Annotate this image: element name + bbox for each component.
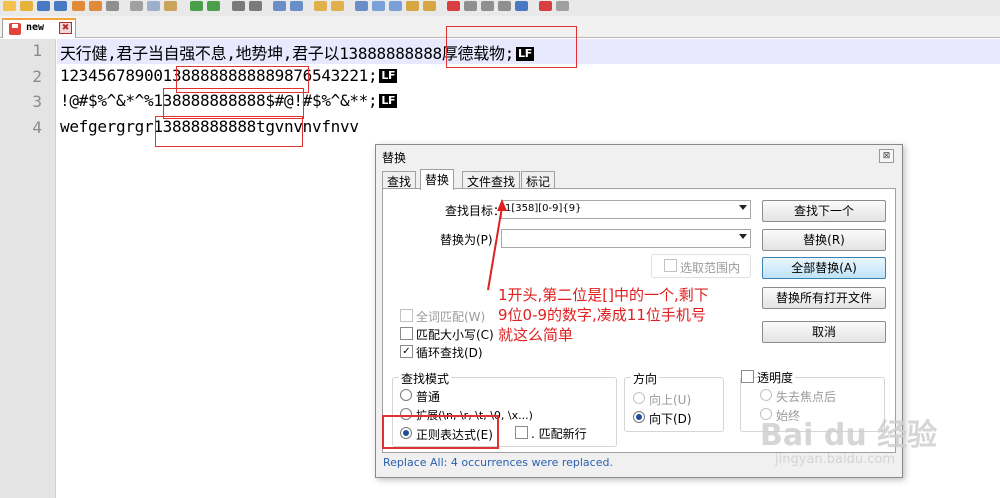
find-input[interactable]: 1[358][0-9]{9}: [501, 200, 751, 219]
direction-down-label: 向下(D): [649, 412, 692, 426]
whole-word-label: 全词匹配(W): [416, 310, 486, 324]
whole-word-checkbox[interactable]: [400, 309, 413, 322]
close-all-icon[interactable]: [89, 1, 102, 11]
direction-down-radio[interactable]: [633, 411, 645, 423]
paste-icon[interactable]: [164, 1, 177, 11]
doc-map-icon[interactable]: [423, 1, 436, 11]
save-icon[interactable]: [37, 1, 50, 11]
close-icon[interactable]: [72, 1, 85, 11]
direction-up-label: 向上(U): [649, 393, 692, 407]
chevron-down-icon[interactable]: [739, 205, 747, 210]
dialog-close-icon[interactable]: ⊠: [879, 149, 894, 163]
tab-replace[interactable]: 替换: [420, 169, 455, 190]
chevron-down-icon[interactable]: [739, 234, 747, 239]
match-case-label: 匹配大小写(C): [416, 328, 494, 342]
direction-title: 方向: [631, 370, 660, 387]
mode-normal-label: 普通: [416, 390, 441, 404]
tab-close-icon[interactable]: ✖: [59, 22, 72, 34]
play-icon[interactable]: [481, 1, 494, 11]
dialog-title: 替换: [382, 151, 407, 165]
annotation-line: 9位0-9的数字,凑成11位手机号: [498, 306, 706, 324]
print-icon[interactable]: [106, 1, 119, 11]
zoom-out-icon[interactable]: [290, 1, 303, 11]
replace-all-button[interactable]: 全部替换(A): [762, 257, 886, 279]
tab-find[interactable]: 查找: [382, 171, 417, 189]
record-icon[interactable]: [447, 1, 460, 11]
tab-find-in-files[interactable]: 文件查找: [462, 171, 521, 189]
cut-icon[interactable]: [130, 1, 143, 11]
tab-new[interactable]: new ✖: [2, 18, 76, 38]
replace-all-open-files-button[interactable]: 替换所有打开文件: [762, 287, 886, 309]
sync-h-icon[interactable]: [331, 1, 344, 11]
regex-highlight-box: [382, 415, 499, 449]
line-number: 3: [32, 92, 42, 111]
eol-marker: LF: [379, 94, 398, 108]
show-all-icon[interactable]: [372, 1, 385, 11]
line-number: 4: [32, 118, 42, 137]
replace-icon[interactable]: [249, 1, 262, 11]
redo-icon[interactable]: [207, 1, 220, 11]
cancel-button[interactable]: 取消: [762, 321, 886, 343]
annotation-line: 1开头,第二位是[]中的一个,剩下: [498, 286, 709, 304]
mode-normal-radio[interactable]: [400, 389, 412, 401]
replace-button[interactable]: 替换(R): [762, 229, 886, 251]
open-file-icon[interactable]: [20, 1, 33, 11]
search-mode-title: 查找模式: [399, 370, 452, 387]
replace-input[interactable]: [501, 229, 751, 248]
line-number: 1: [32, 41, 42, 60]
direction-up-radio[interactable]: [633, 392, 645, 404]
wrap-icon[interactable]: [355, 1, 368, 11]
find-input-value: 1[358][0-9]{9}: [505, 203, 582, 214]
unsaved-file-icon: [9, 23, 21, 35]
transparency-lose-focus-label: 失去焦点后: [776, 390, 837, 404]
dot-newline-checkbox[interactable]: [515, 426, 528, 439]
baidu-watermark-url: jingyan.baidu.com: [775, 452, 895, 467]
match-highlight-box: [163, 88, 304, 119]
save-macro-icon[interactable]: [515, 1, 528, 11]
plugin-icon[interactable]: [556, 1, 569, 11]
undo-icon[interactable]: [190, 1, 203, 11]
transparency-title: 透明度: [757, 369, 796, 386]
tab-label: new: [26, 22, 45, 33]
match-highlight-box: [446, 26, 577, 68]
sync-v-icon[interactable]: [314, 1, 327, 11]
annotation-line: 就这么简单: [498, 326, 574, 344]
annotation-text: 1开头,第二位是[]中的一个,剩下 9位0-9的数字,凑成11位手机号 就这么简…: [498, 285, 709, 345]
line-number: 2: [32, 67, 42, 86]
match-highlight-box: [155, 116, 303, 147]
transparency-lose-focus-radio[interactable]: [760, 389, 772, 401]
match-case-checkbox[interactable]: [400, 327, 413, 340]
copy-icon[interactable]: [147, 1, 160, 11]
indent-guide-icon[interactable]: [389, 1, 402, 11]
transparency-checkbox[interactable]: [741, 370, 754, 383]
play-multi-icon[interactable]: [498, 1, 511, 11]
line-number-gutter: 1 2 3 4: [0, 39, 56, 498]
status-message: Replace All: 4 occurrences were replaced…: [383, 456, 613, 469]
spell-check-icon[interactable]: [539, 1, 552, 11]
tab-mark[interactable]: 标记: [521, 171, 556, 189]
in-selection-label: 选取范围内: [680, 261, 741, 275]
annotation-arrow: [487, 199, 507, 291]
save-all-icon[interactable]: [54, 1, 67, 11]
stop-icon[interactable]: [464, 1, 477, 11]
in-selection-checkbox[interactable]: [664, 259, 677, 272]
wrap-around-checkbox[interactable]: ✓: [400, 345, 413, 358]
find-icon[interactable]: [232, 1, 245, 11]
dot-newline-label: . 匹配新行: [531, 427, 587, 441]
find-next-button[interactable]: 查找下一个: [762, 200, 886, 222]
baidu-watermark: Bai du 经验: [760, 418, 938, 453]
toolbar: [0, 0, 1000, 16]
wrap-around-label: 循环查找(D): [416, 346, 483, 360]
zoom-in-icon[interactable]: [273, 1, 286, 11]
lang-icon[interactable]: [406, 1, 419, 11]
eol-marker: LF: [379, 69, 398, 83]
new-file-icon[interactable]: [3, 1, 16, 11]
